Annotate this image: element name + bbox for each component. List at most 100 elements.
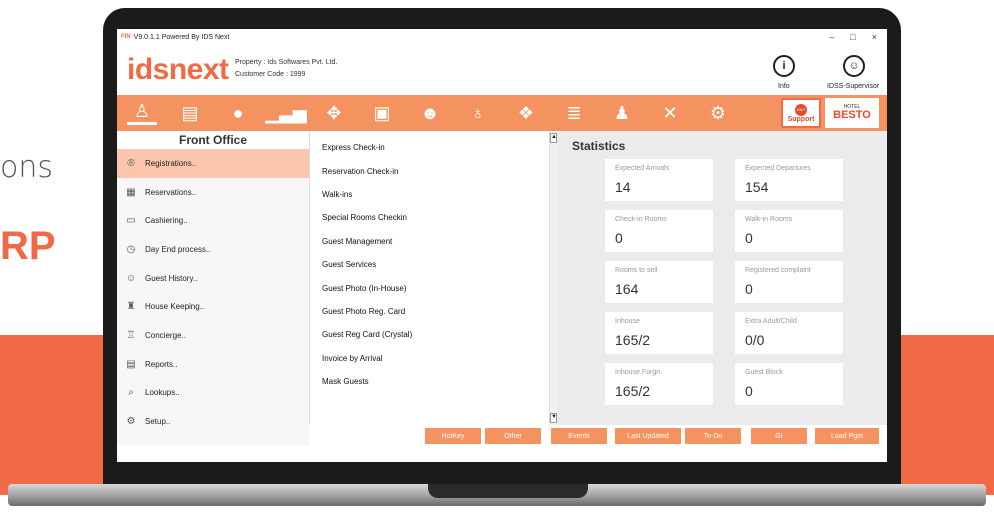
submenu-item[interactable]: Guest Services (310, 253, 557, 276)
hotkey-button[interactable]: HotKey (425, 428, 481, 444)
submenu-item[interactable]: Special Rooms Checkin (310, 206, 557, 229)
submenu-item[interactable]: Guest Photo Reg. Card (310, 300, 557, 323)
title-bar: FIN V9.0.1.1 Powered By IDS Next – □ × (117, 29, 887, 45)
stat-card-walkin-rooms: Walk-in Rooms 0 (735, 210, 843, 252)
action-bar: HotKey Other Events Last Updated To-Do G… (309, 425, 887, 446)
concierge-icon: ♖ (126, 329, 136, 341)
minimize-button[interactable]: – (829, 32, 834, 42)
last-updated-button[interactable]: Last Updated (615, 428, 681, 444)
user-icon[interactable]: ☺ (843, 55, 865, 77)
support-agent-icon[interactable]: ☻ (415, 101, 445, 125)
submenu-item[interactable]: Guest Reg Card (Crystal) (310, 323, 557, 346)
menu-item-guest-history[interactable]: ☺ Guest History.. (117, 264, 309, 293)
analytics-icon[interactable]: ≣ (559, 101, 589, 125)
menu-item-cashiering[interactable]: ▭ Cashiering.. (117, 206, 309, 235)
stat-value: 154 (745, 179, 769, 195)
stat-card-inhouse: Inhouse 165/2 (605, 312, 713, 354)
stage: ons RP FIN V9.0.1.1 Powered By IDS Next … (0, 0, 994, 520)
support-label: Support (787, 115, 815, 123)
inventory-icon[interactable]: ✥ (319, 101, 349, 125)
stat-value: 165/2 (615, 332, 651, 348)
info-icon[interactable]: i (773, 55, 795, 77)
menu-item-label: Cashiering.. (145, 216, 188, 226)
registered-icon: ® (127, 157, 135, 169)
lookup-icon: ⌕ (128, 387, 134, 399)
menu-item-registrations[interactable]: ® Registrations.. (117, 149, 309, 178)
menu-item-reports[interactable]: ▤ Reports.. (117, 350, 309, 379)
cash-register-icon: ▭ (126, 215, 136, 227)
submenu-item[interactable]: Invoice by Arrival (310, 347, 557, 370)
app-mini-logo: FIN (121, 34, 131, 40)
submenu-item[interactable]: Guest Photo (In-House) (310, 276, 557, 299)
stat-card-expected-arrivals: Expected Arrivals 14 (605, 159, 713, 201)
accounts-icon[interactable]: ● (223, 101, 253, 125)
submenu-item[interactable]: Guest Management (310, 230, 557, 253)
submenu-item[interactable]: Mask Guests (310, 370, 557, 393)
scroll-up-icon[interactable]: ▲ (550, 133, 557, 143)
settings-icon[interactable]: ⚙ (703, 101, 733, 125)
info-label: Info (778, 83, 790, 90)
stat-value: 14 (615, 179, 631, 195)
menu-item-label: Reservations.. (145, 187, 197, 197)
submenu-list: Express Check-in Reservation Check-in Wa… (309, 131, 557, 425)
menu-item-lookups[interactable]: ⌕ Lookups.. (117, 379, 309, 408)
background-text-fragment: ons (0, 150, 53, 185)
app-header: idsnext Property : Ids Softwares Pvt. Lt… (117, 45, 887, 95)
support-button[interactable]: 24x7 Support (781, 98, 821, 128)
submenu-item[interactable]: Reservation Check-in (310, 159, 557, 182)
menu-title: Front Office (117, 131, 309, 149)
submenu-item[interactable]: Walk-ins (310, 183, 557, 206)
stat-value: 164 (615, 281, 639, 297)
user-finance-icon[interactable]: ♟ (607, 101, 637, 125)
menu-item-reservations[interactable]: ▦ Reservations.. (117, 178, 309, 207)
submenu-scrollbar[interactable]: ▲ ▼ (549, 131, 557, 425)
user-label: IDSS-Supervisor (827, 83, 880, 90)
report-icon: ▤ (126, 358, 136, 370)
tools-icon[interactable]: ✕ (655, 101, 685, 125)
stat-label: Extra Adult/Child (745, 318, 797, 325)
menu-item-setup[interactable]: ⚙ Setup.. (117, 407, 309, 436)
background-heading-fragment: RP (0, 224, 56, 268)
menu-item-label: Reports.. (145, 359, 178, 369)
stat-label: Check-in Rooms (615, 216, 667, 223)
front-office-icon[interactable]: ♙ (127, 101, 157, 125)
stat-card-guest-block: Guest Block 0 (735, 363, 843, 405)
menu-item-concierge[interactable]: ♖ Concierge.. (117, 321, 309, 350)
close-button[interactable]: × (872, 32, 877, 42)
window-title: V9.0.1.1 Powered By IDS Next (133, 33, 230, 41)
stat-value: 165/2 (615, 383, 651, 399)
guest-icon: ☺ (125, 272, 137, 284)
reservation-icon: ▦ (126, 186, 136, 198)
clock-icon: ◷ (126, 243, 136, 255)
pos-icon[interactable]: ▤ (175, 101, 205, 125)
maximize-button[interactable]: □ (850, 32, 855, 42)
support-badge-icon: 24x7 (795, 103, 807, 116)
module-toolbar: ♙ ▤ ● ▁▃▅ ✥ ▣ ☻ ♁ ❖ ≣ ♟ ✕ ⚙ 24x7 Support… (117, 95, 887, 131)
stat-label: Inhouse (615, 318, 640, 325)
stat-card-extra-adult-child: Extra Adult/Child 0/0 (735, 312, 843, 354)
menu-item-label: Setup.. (145, 417, 171, 427)
stat-value: 0 (745, 281, 753, 297)
submenu-item[interactable]: Express Check-in (310, 136, 557, 160)
main-content: Front Office ® Registrations.. ▦ Reservati… (117, 131, 887, 446)
menu-item-house-keeping[interactable]: ♜ House Keeping.. (117, 292, 309, 321)
events-button[interactable]: Events (551, 428, 607, 444)
stat-card-checkin-rooms: Check-in Rooms 0 (605, 210, 713, 252)
stat-label: Guest Block (745, 369, 783, 376)
menu-item-label: Day End process.. (145, 244, 211, 254)
stat-card-registered-complaint: Registered complaint 0 (735, 261, 843, 303)
hotel-logo-name: BESTO (833, 109, 871, 121)
stat-card-rooms-to-sell: Rooms to sell 164 (605, 261, 713, 303)
gift-icon[interactable]: ❖ (511, 101, 541, 125)
gi-button[interactable]: GI (751, 428, 807, 444)
menu-item-day-end[interactable]: ◷ Day End process.. (117, 235, 309, 264)
money-bag-icon[interactable]: ♁ (463, 101, 493, 125)
other-button[interactable]: Other (485, 428, 541, 444)
load-program-button[interactable]: Load Pgm (815, 428, 879, 444)
stat-value: 0 (745, 383, 753, 399)
card-icon[interactable]: ▣ (367, 101, 397, 125)
brand-logo: idsnext (127, 53, 229, 86)
reports-icon[interactable]: ▁▃▅ (265, 101, 307, 125)
scroll-down-icon[interactable]: ▼ (550, 413, 557, 423)
todo-button[interactable]: To-Do (685, 428, 741, 444)
